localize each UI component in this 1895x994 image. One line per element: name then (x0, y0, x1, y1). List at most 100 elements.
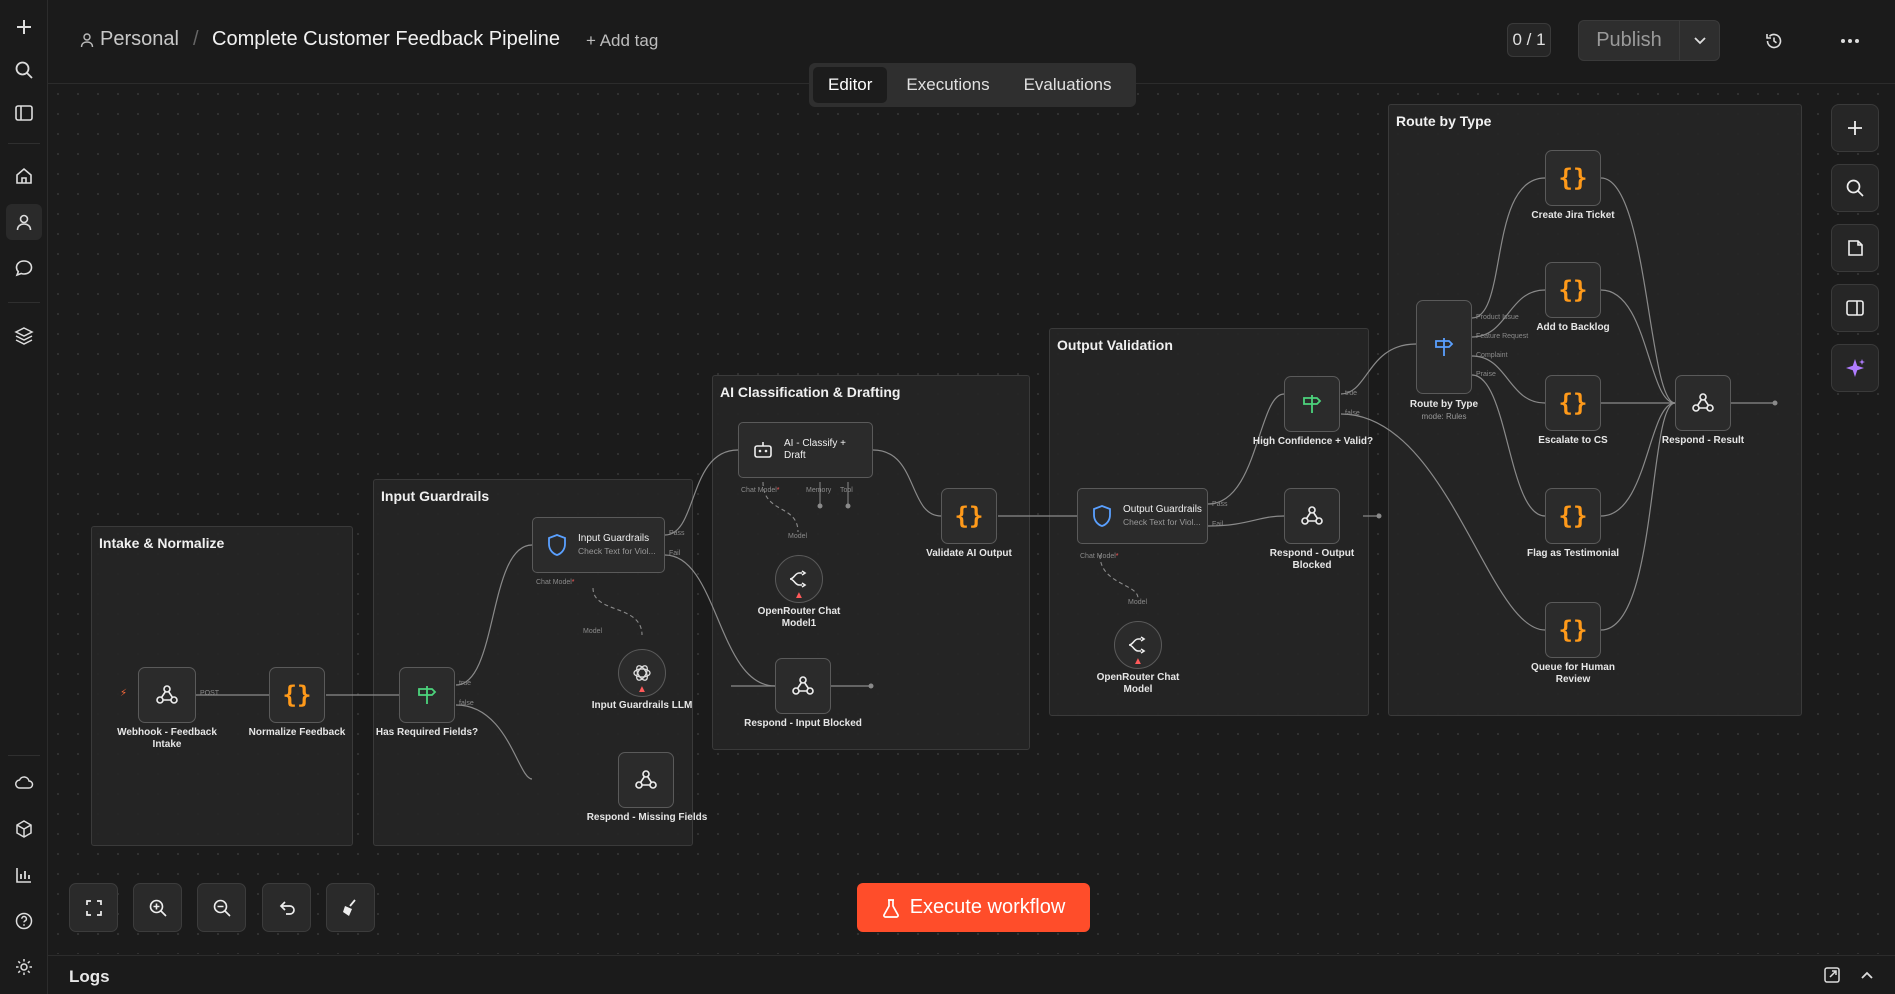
cloud-icon[interactable] (6, 765, 42, 801)
plus-icon[interactable] (6, 9, 42, 45)
ai-assistant-button[interactable] (1831, 344, 1879, 392)
ellipsis-icon (1841, 39, 1859, 43)
more-options-button[interactable] (1835, 26, 1865, 56)
chevron-down-icon (1693, 36, 1706, 44)
chat-icon[interactable] (6, 250, 42, 286)
version-counter[interactable]: 0 / 1 (1507, 23, 1551, 57)
webhook-icon (156, 685, 178, 704)
port-label: true (459, 680, 472, 687)
port-label: false (1345, 410, 1360, 417)
node-label: Respond - Input Blocked (744, 718, 862, 729)
has-required-fields-node[interactable] (399, 667, 455, 723)
expand-logs-button[interactable] (1860, 968, 1874, 986)
webhook-icon (1301, 506, 1323, 525)
port-label: Model (583, 628, 603, 635)
chart-icon[interactable] (6, 857, 42, 893)
webhook-feedback-intake-node[interactable] (138, 667, 196, 723)
publish-dropdown-button[interactable] (1679, 20, 1720, 61)
flag-as-testimonial-node[interactable]: {} (1545, 488, 1601, 544)
port-label: Pass (669, 530, 685, 537)
add-sticky-note-button[interactable] (1831, 224, 1879, 272)
fit-view-button[interactable] (69, 883, 118, 932)
sidebar-toggle-icon[interactable] (6, 95, 42, 131)
add-tag-button[interactable]: + Add tag (586, 31, 658, 51)
route-by-type-node[interactable] (1416, 300, 1472, 394)
help-icon[interactable] (6, 903, 42, 939)
execute-workflow-button[interactable]: Execute workflow (857, 883, 1090, 932)
openrouter-icon (789, 570, 807, 588)
history-button[interactable] (1759, 26, 1789, 56)
webhook-icon (1692, 393, 1714, 412)
port-label: Feature Request (1476, 333, 1529, 340)
tab-evaluations[interactable]: Evaluations (1009, 67, 1127, 103)
node-subtitle: Check Text for Viol... (1123, 517, 1201, 527)
user-icon[interactable] (6, 204, 42, 240)
input-guardrails-node[interactable]: Input Guardrails Check Text for Viol... (532, 517, 665, 573)
escalate-to-cs-node[interactable]: {} (1545, 375, 1601, 431)
owner-breadcrumb[interactable]: Personal (80, 28, 179, 51)
connection (872, 449, 942, 517)
trigger-bolt-icon: ⚡ (120, 688, 128, 699)
search-nodes-button[interactable] (1831, 164, 1879, 212)
zoom-out-button[interactable] (197, 883, 246, 932)
port-label: Product Issue (1476, 314, 1519, 321)
code-icon: {} (282, 681, 312, 709)
settings-icon[interactable] (6, 949, 42, 985)
package-icon[interactable] (6, 811, 42, 847)
respond-result-node[interactable] (1675, 375, 1731, 431)
create-jira-ticket-node[interactable]: {} (1545, 150, 1601, 206)
connection (1471, 177, 1546, 319)
add-node-dot (1772, 400, 1778, 406)
normalize-feedback-node[interactable]: {} (269, 667, 325, 723)
publish-button[interactable]: Publish (1578, 20, 1679, 61)
workflow-name[interactable]: Complete Customer Feedback Pipeline (212, 28, 560, 51)
layers-icon[interactable] (6, 318, 42, 354)
zoom-out-icon (213, 899, 231, 917)
node-subtitle: Check Text for Viol... (578, 546, 656, 556)
sparkle-icon (1846, 359, 1865, 377)
toggle-panel-button[interactable] (1831, 284, 1879, 332)
validate-ai-output-node[interactable]: {} (941, 488, 997, 544)
port-label: Pass (1212, 501, 1228, 508)
history-icon (1766, 33, 1782, 49)
node-label: Route by Type (1409, 399, 1479, 410)
tab-editor[interactable]: Editor (813, 67, 888, 103)
node-label: Respond - Output Blocked (1269, 548, 1355, 571)
robot-icon (754, 442, 772, 458)
connection (1207, 393, 1285, 505)
node-title: Output Guardrails (1123, 504, 1202, 515)
respond-missing-fields-node[interactable] (618, 752, 674, 808)
logs-title: Logs (69, 967, 110, 986)
high-confidence-valid-node[interactable] (1284, 376, 1340, 432)
node-label: Create Jira Ticket (1531, 210, 1615, 221)
clear-execution-button[interactable] (326, 883, 375, 932)
tab-executions[interactable]: Executions (891, 67, 1004, 103)
respond-input-blocked-node[interactable] (775, 658, 831, 714)
webhook-icon (635, 770, 657, 789)
home-icon[interactable] (6, 158, 42, 194)
port-label: POST (200, 690, 220, 697)
node-label: High Confidence + Valid? (1252, 436, 1374, 447)
add-node-button[interactable] (1831, 104, 1879, 152)
node-label: Has Required Fields? (375, 727, 479, 738)
required-asterisk: * (776, 487, 780, 494)
connection (1099, 554, 1139, 599)
add-node-dot (817, 503, 823, 509)
add-node-dot (868, 683, 874, 689)
logs-panel[interactable]: Logs (48, 955, 1895, 994)
open-logs-button[interactable] (1823, 966, 1841, 989)
connection (664, 449, 739, 536)
workflow-canvas[interactable]: Intake & Normalize Input Guardrails AI C… (48, 84, 1895, 954)
node-label: OpenRouter Chat Model1 (757, 606, 841, 629)
warning-icon: ▲ (1133, 656, 1143, 667)
node-label: Validate AI Output (926, 548, 1012, 559)
respond-output-blocked-node[interactable] (1284, 488, 1340, 544)
undo-button[interactable] (262, 883, 311, 932)
output-guardrails-node[interactable]: Output Guardrails Check Text for Viol... (1077, 488, 1208, 544)
zoom-in-button[interactable] (133, 883, 182, 932)
add-to-backlog-node[interactable]: {} (1545, 262, 1601, 318)
queue-for-human-review-node[interactable]: {} (1545, 602, 1601, 658)
ai-classify-draft-node[interactable]: AI - Classify + Draft (738, 422, 873, 478)
search-icon[interactable] (6, 52, 42, 88)
node-label: Queue for Human Review (1531, 662, 1615, 685)
